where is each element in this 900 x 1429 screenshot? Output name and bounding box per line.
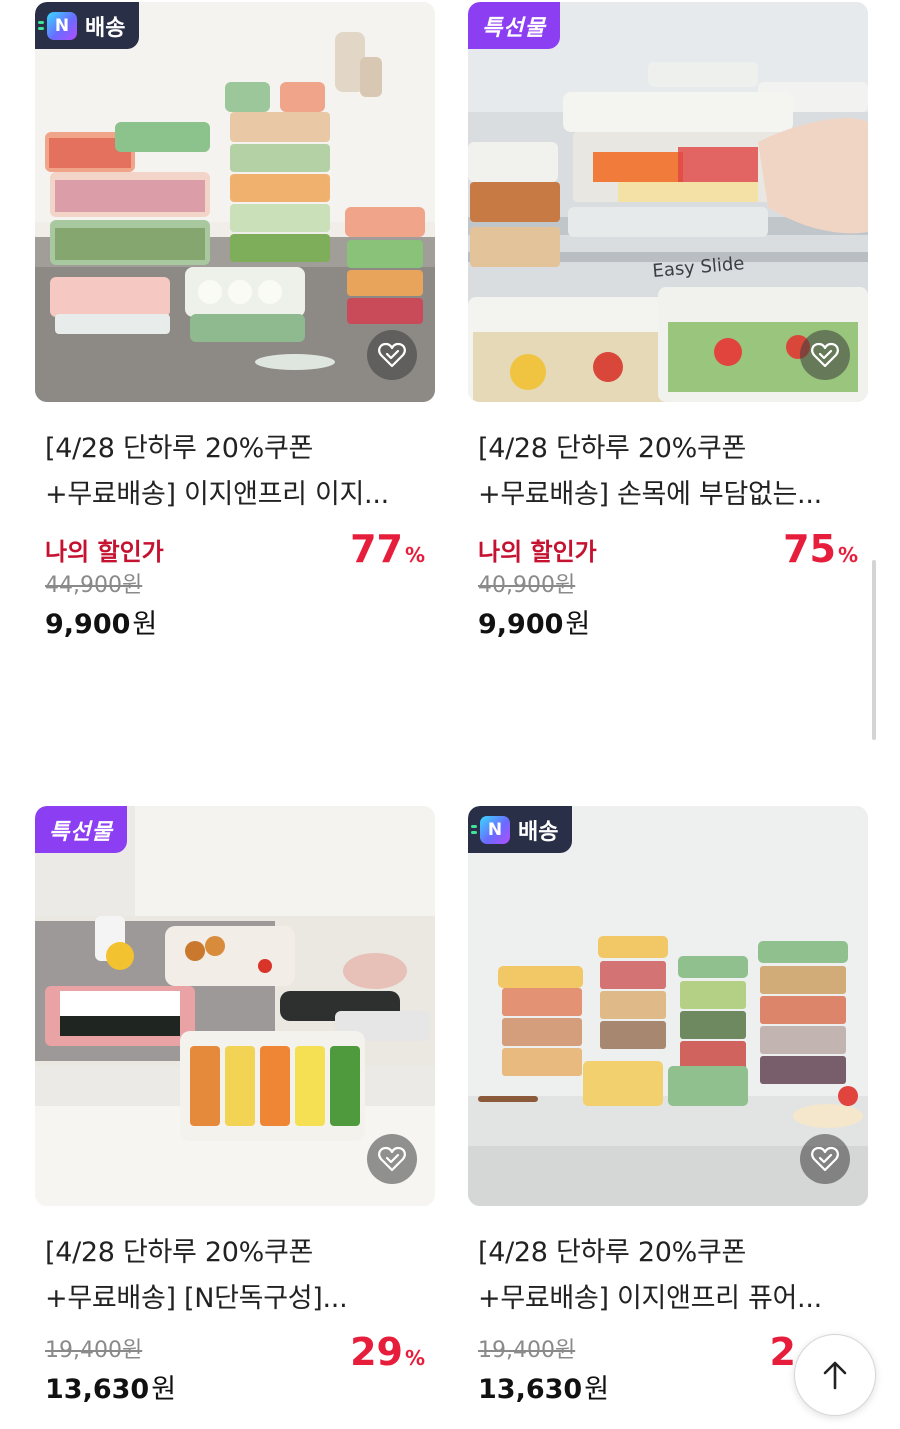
sale-price-amount: 9,900 xyxy=(45,609,131,640)
scroll-to-top-button[interactable] xyxy=(794,1334,876,1416)
product-grid: N 배송 [4/28 단하루 20%쿠폰 +무료배송] 이지앤프리 이지... … xyxy=(0,0,900,1429)
product-title-line: +무료배송] [N단독구성]... xyxy=(45,1283,348,1314)
heart-check-icon xyxy=(811,1146,839,1172)
sale-price: 9,900원 xyxy=(45,602,157,641)
original-price: 40,900원 xyxy=(478,573,576,598)
product-title[interactable]: [4/28 단하루 20%쿠폰 +무료배송] 이지앤프리 퓨어... xyxy=(478,1230,858,1322)
badge-label: 특선물 xyxy=(482,15,546,41)
currency-unit: 원 xyxy=(565,609,591,640)
n-delivery-logo-icon: N xyxy=(471,815,510,844)
discount-percent-sign: % xyxy=(837,543,858,567)
badge-label: 특선물 xyxy=(49,819,113,845)
product-image[interactable]: 특선물 xyxy=(35,806,435,1206)
product-image[interactable]: N 배송 xyxy=(35,2,435,402)
product-title-line: [4/28 단하루 20%쿠폰 xyxy=(478,433,747,464)
arrow-up-icon xyxy=(823,1361,847,1390)
wishlist-button[interactable] xyxy=(800,1134,850,1184)
sale-price-amount: 13,630 xyxy=(45,1374,150,1405)
product-title-line: +무료배송] 이지앤프리 퓨어... xyxy=(478,1283,822,1314)
special-gift-badge: 특선물 xyxy=(468,2,560,49)
my-discount-price-label: 나의 할인가 xyxy=(478,538,597,566)
special-gift-badge: 특선물 xyxy=(35,806,127,853)
n-delivery-logo-icon: N xyxy=(38,11,77,40)
sale-price: 13,630원 xyxy=(478,1367,609,1406)
currency-unit: 원 xyxy=(584,1374,610,1405)
discount-value: 77 xyxy=(350,527,403,571)
original-price: 19,400원 xyxy=(45,1338,143,1363)
discount-rate: 75% xyxy=(783,527,858,571)
product-title-line: +무료배송] 이지앤프리 이지... xyxy=(45,479,389,510)
product-title[interactable]: [4/28 단하루 20%쿠폰 +무료배송] 손목에 부담없는... xyxy=(478,426,858,518)
heart-check-icon xyxy=(378,342,406,368)
discount-rate: 29% xyxy=(350,1330,425,1374)
sale-price: 13,630원 xyxy=(45,1367,176,1406)
delivery-badge: N 배송 xyxy=(468,806,573,853)
discount-value: 29 xyxy=(350,1330,403,1374)
product-image[interactable]: N 배송 xyxy=(468,806,868,1206)
discount-value: 75 xyxy=(783,527,836,571)
sale-price-amount: 13,630 xyxy=(478,1374,583,1405)
discount-rate: 77% xyxy=(350,527,425,571)
wishlist-button[interactable] xyxy=(367,1134,417,1184)
scrollbar[interactable] xyxy=(872,560,876,740)
currency-unit: 원 xyxy=(151,1374,177,1405)
my-discount-price-label: 나의 할인가 xyxy=(45,538,164,566)
discount-percent-sign: % xyxy=(404,1346,425,1370)
sale-price-amount: 9,900 xyxy=(478,609,564,640)
product-title-line: [4/28 단하루 20%쿠폰 xyxy=(478,1237,747,1268)
wishlist-button[interactable] xyxy=(800,330,850,380)
discount-value: 2 xyxy=(769,1330,796,1374)
product-title-line: [4/28 단하루 20%쿠폰 xyxy=(45,433,314,464)
wishlist-button[interactable] xyxy=(367,330,417,380)
currency-unit: 원 xyxy=(132,609,158,640)
badge-label: 배송 xyxy=(85,15,126,41)
heart-check-icon xyxy=(811,342,839,368)
delivery-badge: N 배송 xyxy=(35,2,140,49)
original-price: 19,400원 xyxy=(478,1338,576,1363)
badge-label: 배송 xyxy=(518,819,559,845)
discount-percent-sign: % xyxy=(404,543,425,567)
original-price: 44,900원 xyxy=(45,573,143,598)
product-title[interactable]: [4/28 단하루 20%쿠폰 +무료배송] 이지앤프리 이지... xyxy=(45,426,425,518)
product-title-line: [4/28 단하루 20%쿠폰 xyxy=(45,1237,314,1268)
heart-check-icon xyxy=(378,1146,406,1172)
product-title-line: +무료배송] 손목에 부담없는... xyxy=(478,479,822,510)
sale-price: 9,900원 xyxy=(478,602,590,641)
product-image[interactable]: Easy Slide 특선물 xyxy=(468,2,868,402)
product-title[interactable]: [4/28 단하루 20%쿠폰 +무료배송] [N단독구성]... xyxy=(45,1230,425,1322)
